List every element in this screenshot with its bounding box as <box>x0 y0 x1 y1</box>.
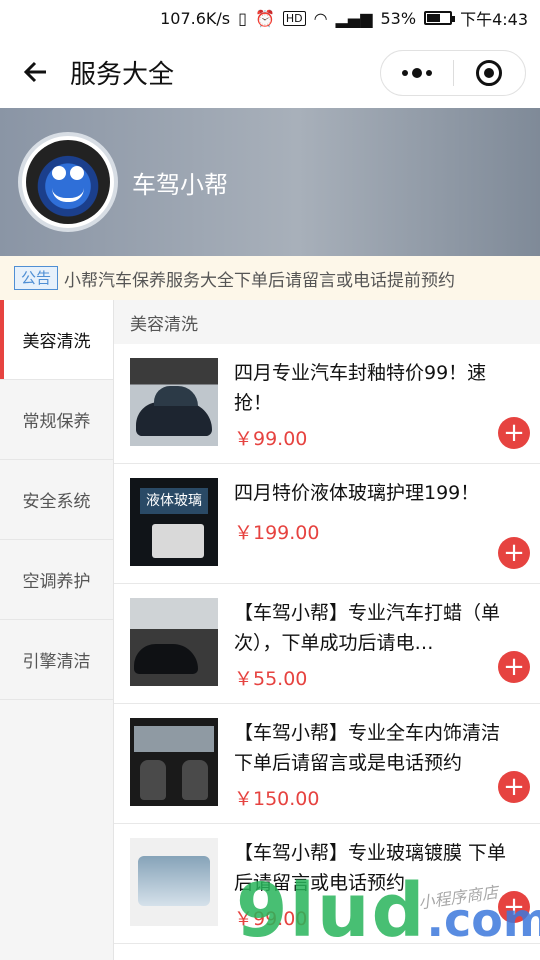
product-thumbnail <box>130 838 218 926</box>
category-engine-clean[interactable]: 引擎清洁 <box>0 620 113 700</box>
product-item[interactable]: 【车驾小帮】专业全车内饰清洁 下单后请留言或是电话预约 ￥150.00 + <box>114 704 540 824</box>
signal-icon: ▂▄▆ <box>335 8 373 28</box>
product-price: ￥99.00 <box>234 428 308 450</box>
shop-logo <box>18 132 118 232</box>
product-price: ￥150.00 <box>234 788 320 810</box>
miniprogram-capsule <box>380 50 526 96</box>
notice-bar: 公告 小帮汽车保养服务大全下单后请留言或电话提前预约 <box>0 256 540 300</box>
page-title: 服务大全 <box>70 59 175 90</box>
shop-banner: 车驾小帮 <box>0 108 540 256</box>
add-to-cart-button[interactable]: + <box>498 651 530 683</box>
product-item[interactable]: 【车驾小帮】专业汽车打蜡（单次），下单成功后请电… ￥55.00 + <box>114 584 540 704</box>
more-options-icon[interactable] <box>381 68 453 78</box>
shop-name: 车驾小帮 <box>132 170 228 199</box>
network-speed: 107.6K/s <box>160 8 231 28</box>
product-thumbnail <box>130 358 218 446</box>
product-name: 四月特价液体玻璃护理199！ <box>234 482 480 504</box>
battery-icon <box>424 11 456 25</box>
product-item[interactable]: 液体玻璃 四月特价液体玻璃护理199！ ￥199.00 + <box>114 464 540 584</box>
content-area: 美容清洗 常规保养 安全系统 空调养护 引擎清洁 美容清洗 四月专业汽车封釉特价… <box>0 300 540 960</box>
section-title: 美容清洗 <box>114 300 540 344</box>
add-to-cart-button[interactable]: + <box>498 417 530 449</box>
product-list: 美容清洗 四月专业汽车封釉特价99！速抢！ ￥99.00 + 液体玻璃 四月特价… <box>114 300 540 960</box>
product-price: ￥199.00 <box>234 522 320 544</box>
clock: 下午4:43 <box>460 10 528 29</box>
category-ac-care[interactable]: 空调养护 <box>0 540 113 620</box>
product-item[interactable]: 四月专业汽车封釉特价99！速抢！ ￥99.00 + <box>114 344 540 464</box>
watermark-main: 9lud <box>236 868 427 954</box>
product-name: 【车驾小帮】专业汽车打蜡（单次），下单成功后请电… <box>234 602 501 654</box>
add-to-cart-button[interactable]: + <box>498 537 530 569</box>
product-thumbnail: 液体玻璃 <box>130 478 218 566</box>
alarm-icon: ⏰ <box>254 8 275 28</box>
product-thumbnail <box>130 598 218 686</box>
back-arrow-icon[interactable] <box>16 52 56 92</box>
wifi-icon: ◠ <box>313 8 328 28</box>
category-safety-system[interactable]: 安全系统 <box>0 460 113 540</box>
nav-bar: 服务大全 <box>0 36 540 108</box>
product-thumbnail <box>130 718 218 806</box>
vibrate-icon: ▯ <box>238 8 247 28</box>
app-page: 107.6K/s ▯ ⏰ HD ◠ ▂▄▆ 53% 下午4:43 服务大全 车驾… <box>0 0 540 960</box>
category-sidebar: 美容清洗 常规保养 安全系统 空调养护 引擎清洁 <box>0 300 114 960</box>
product-price: ￥55.00 <box>234 668 308 690</box>
hd-icon: HD <box>282 10 306 26</box>
notice-tag: 公告 <box>14 266 59 290</box>
battery-percent: 53% <box>380 8 417 28</box>
product-name: 【车驾小帮】专业全车内饰清洁 下单后请留言或是电话预约 <box>234 722 501 774</box>
thumbnail-caption: 液体玻璃 <box>140 488 208 514</box>
status-bar: 107.6K/s ▯ ⏰ HD ◠ ▂▄▆ 53% 下午4:43 <box>0 0 540 36</box>
notice-text: 小帮汽车保养服务大全下单后请留言或电话提前预约 <box>64 270 456 291</box>
product-name: 四月专业汽车封釉特价99！速抢！ <box>234 362 487 414</box>
add-to-cart-button[interactable]: + <box>498 771 530 803</box>
close-miniprogram-icon[interactable] <box>454 60 526 86</box>
category-regular-maintenance[interactable]: 常规保养 <box>0 380 113 460</box>
category-beauty-wash[interactable]: 美容清洗 <box>0 300 113 380</box>
